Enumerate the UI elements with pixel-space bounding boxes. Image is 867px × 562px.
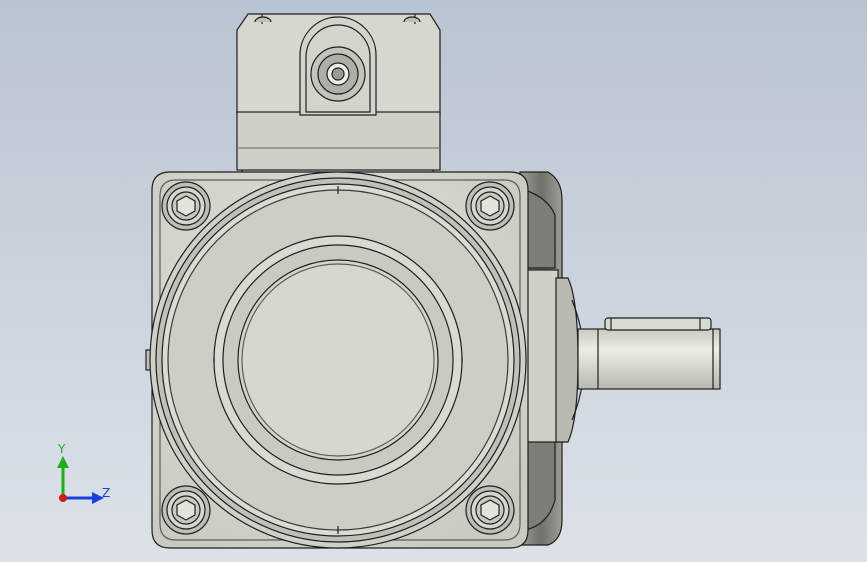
bolt-top-left — [161, 181, 211, 231]
bolt-bottom-left — [161, 485, 211, 535]
triad-y-label: Y — [58, 442, 66, 456]
bolt-bottom-right — [465, 485, 515, 535]
bolt-top-right — [465, 181, 515, 231]
x-axis-dot — [59, 494, 67, 502]
round-face — [149, 171, 527, 549]
connector-housing — [236, 13, 441, 195]
motor-model-view[interactable] — [0, 0, 867, 562]
graphics-viewport[interactable]: Y Z — [0, 0, 867, 562]
triad-z-label: Z — [102, 486, 111, 500]
output-shaft — [577, 317, 721, 390]
